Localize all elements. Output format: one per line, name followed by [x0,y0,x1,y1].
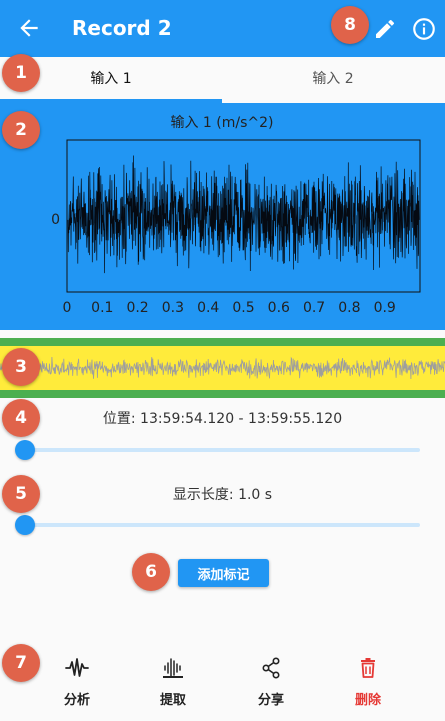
overview-strip[interactable] [0,338,445,398]
signal-chart: 输入 1 (m/s^2) 0 0 0.1 0.2 0.3 0.4 0.5 0.6 0.7 0.8… [51,115,421,316]
extract-label: 提取 [159,693,186,708]
overview-green-bottom [0,390,445,398]
x-tick-label: 0.9 [374,300,396,316]
edit-pencil-icon[interactable] [373,17,397,41]
position-slider-track[interactable] [24,448,420,452]
x-tick-label: 0 [63,300,72,316]
overview-waveform [0,338,445,398]
tab-input-2[interactable]: 输入 2 [222,57,444,103]
annotation-marker-5: 5 [2,475,40,513]
annotation-marker-6: 6 [132,553,170,591]
x-tick-label: 0.1 [91,300,113,316]
trash-icon [361,658,375,678]
share-label: 分享 [257,693,284,708]
annotation-marker-8: 8 [331,6,369,44]
x-tick-label: 0.8 [338,300,360,316]
app-bar: Record 2 [0,0,445,57]
x-tick-label: 0.3 [162,300,184,316]
add-mark-button[interactable]: 添加标记 [178,559,269,587]
input-tabs: 输入 1 输入 2 [0,57,445,104]
chart-title: 输入 1 (m/s^2) [170,115,273,131]
display-length-slider-block: 显示长度: 1.0 s [0,478,445,538]
x-axis-ticks: 0 0.1 0.2 0.3 0.4 0.5 0.6 0.7 0.8 0.9 [63,300,396,316]
annotation-marker-1: 1 [2,54,40,92]
display-length-label: 显示长度: 1.0 s [172,487,273,503]
display-length-slider-track[interactable] [24,523,420,527]
waveform-icon [65,658,89,677]
annotation-marker-7: 7 [2,644,40,682]
annotation-marker-4: 4 [2,399,40,437]
back-arrow-icon[interactable] [16,15,42,41]
annotation-marker-3: 3 [2,348,40,386]
display-length-slider-thumb[interactable] [15,515,35,535]
x-tick-label: 0.7 [303,300,325,316]
extract-icon [163,658,183,678]
delete-button[interactable]: 删除 [328,645,408,715]
y-tick-label: 0 [51,212,60,228]
bottom-action-bar: 分析 提取 分享 删除 [0,645,445,721]
annotation-marker-2: 2 [2,111,40,149]
share-icon [262,657,280,679]
page-title: Record 2 [72,16,172,40]
extract-button[interactable]: 提取 [133,645,213,715]
analyze-button[interactable]: 分析 [37,645,117,715]
signal-chart-panel: 输入 1 (m/s^2) 0 0 0.1 0.2 0.3 0.4 0.5 0.6 0.7 0.8… [0,103,445,330]
position-label: 位置: 13:59:54.120 - 13:59:55.120 [102,411,343,427]
analyze-label: 分析 [63,693,90,708]
delete-label: 删除 [354,693,381,708]
signal-series-line [67,155,420,274]
x-tick-label: 0.6 [268,300,290,316]
x-tick-label: 0.2 [126,300,148,316]
x-tick-label: 0.4 [197,300,219,316]
info-icon[interactable] [411,16,437,42]
position-slider-thumb[interactable] [15,440,35,460]
share-button[interactable]: 分享 [231,645,311,715]
x-tick-label: 0.5 [232,300,254,316]
overview-green-top [0,338,445,346]
position-slider-block: 位置: 13:59:54.120 - 13:59:55.120 [0,404,445,464]
